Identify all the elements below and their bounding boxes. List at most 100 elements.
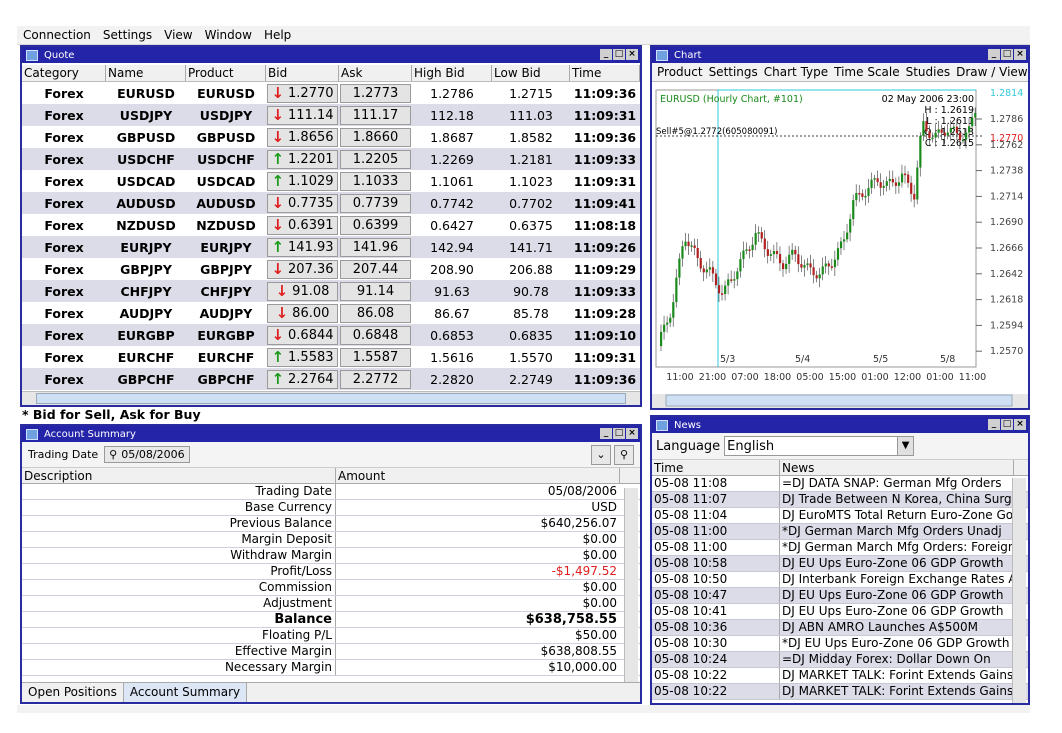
sell-bid-button[interactable]: ↑ 1.5583 (267, 347, 338, 367)
table-row[interactable]: Forex EURGBP EURGBP ↓ 0.6844 0.6848 0.6853 0.68… (22, 324, 640, 346)
menu-help[interactable]: Help (258, 28, 297, 42)
minimize-icon[interactable]: _ (988, 49, 1000, 60)
table-row[interactable]: 05-08 10:24 =DJ Midday Forex: Dollar Down… (652, 652, 1028, 668)
buy-ask-button[interactable]: 86.08 (340, 303, 411, 323)
news-vertical-scrollbar[interactable] (1012, 478, 1026, 703)
sell-bid-button[interactable]: ↓ 86.00 (267, 303, 338, 323)
maximize-icon[interactable]: □ (613, 428, 625, 439)
trading-date-picker[interactable]: ⚲ 05/08/2006 (104, 446, 190, 463)
sell-bid-button[interactable]: ↓ 0.7735 (267, 193, 338, 213)
table-row[interactable]: 05-08 11:00 *DJ German March Mfg Orders U… (652, 524, 1028, 540)
chart-menu-draw-view[interactable]: Draw / View (953, 65, 1028, 79)
quote-titlebar[interactable]: Quote _ □ × (22, 47, 640, 63)
column-header-high-bid[interactable]: High Bid (412, 65, 492, 81)
table-row[interactable]: 05-08 10:36 DJ ABN AMRO Launches A$500M (652, 620, 1028, 636)
table-row[interactable]: Commission $0.00 (22, 580, 640, 596)
sell-bid-button[interactable]: ↑ 2.2764 (267, 369, 338, 389)
buy-ask-button[interactable]: 207.44 (340, 259, 411, 279)
description-column-header[interactable]: Description (22, 468, 336, 483)
sell-bid-button[interactable]: ↑ 1.1029 (267, 171, 338, 191)
table-row[interactable]: Forex USDCHF USDCHF ↑ 1.2201 1.2205 1.2269 1.21… (22, 148, 640, 170)
chart-menu-product[interactable]: Product (654, 65, 706, 79)
table-row[interactable]: Profit/Loss -$1,497.52 (22, 564, 640, 580)
search-icon[interactable]: ⚲ (614, 444, 634, 465)
table-row[interactable]: 05-08 11:04 DJ EuroMTS Total Return Euro-… (652, 508, 1028, 524)
table-row[interactable]: 05-08 10:22 DJ MARKET TALK: Forint Extend… (652, 684, 1028, 700)
sell-bid-button[interactable]: ↓ 0.6391 (267, 215, 338, 235)
table-row[interactable]: Forex AUDJPY AUDJPY ↓ 86.00 86.08 86.67 85.78 11… (22, 302, 640, 324)
buy-ask-button[interactable]: 0.7739 (340, 193, 411, 213)
table-row[interactable]: 05-08 11:00 *DJ German March Mfg Orders: … (652, 540, 1028, 556)
menu-view[interactable]: View (158, 28, 198, 42)
quote-horizontal-scrollbar[interactable] (22, 391, 640, 405)
minimize-icon[interactable]: _ (988, 419, 1000, 430)
table-row[interactable]: Forex EURUSD EURUSD ↓ 1.2770 1.2773 1.2786 1.27… (22, 82, 640, 104)
table-row[interactable]: Forex USDJPY USDJPY ↓ 111.14 111.17 112.18 111.… (22, 104, 640, 126)
table-row[interactable]: Floating P/L $50.00 (22, 628, 640, 644)
maximize-icon[interactable]: □ (1001, 49, 1013, 60)
collapse-icon[interactable]: ⌄ (591, 444, 611, 465)
sell-bid-button[interactable]: ↑ 1.2201 (267, 149, 338, 169)
minimize-icon[interactable]: _ (600, 49, 612, 60)
scrollbar-thumb[interactable] (36, 393, 626, 404)
menu-connection[interactable]: Connection (17, 28, 97, 42)
buy-ask-button[interactable]: 1.5587 (340, 347, 411, 367)
buy-ask-button[interactable]: 2.2772 (340, 369, 411, 389)
chart-menu-settings[interactable]: Settings (706, 65, 761, 79)
table-row[interactable]: Forex AUDUSD AUDUSD ↓ 0.7735 0.7739 0.7742 0.77… (22, 192, 640, 214)
sell-bid-button[interactable]: ↑ 141.93 (267, 237, 338, 257)
table-row[interactable]: Adjustment $0.00 (22, 596, 640, 612)
sell-bid-button[interactable]: ↓ 91.08 (267, 281, 338, 301)
chart-menu-studies[interactable]: Studies (903, 65, 954, 79)
amount-column-header[interactable]: Amount (336, 468, 620, 483)
table-row[interactable]: Withdraw Margin $0.00 (22, 548, 640, 564)
close-icon[interactable]: × (626, 428, 638, 439)
table-row[interactable]: Forex EURJPY EURJPY ↑ 141.93 141.96 142.94 141.… (22, 236, 640, 258)
sell-bid-button[interactable]: ↓ 1.2770 (267, 83, 338, 103)
candlestick-chart[interactable]: EURUSD (Hourly Chart, #101) 02 May 2006 … (652, 84, 1028, 408)
table-row[interactable]: Previous Balance $640,256.07 (22, 516, 640, 532)
table-row[interactable]: Forex EURCHF EURCHF ↑ 1.5583 1.5587 1.5616 1.55… (22, 346, 640, 368)
column-header-category[interactable]: Category (22, 65, 106, 81)
buy-ask-button[interactable]: 0.6848 (340, 325, 411, 345)
table-row[interactable]: 05-08 10:58 DJ EU Ups Euro-Zone 06 GDP Gr… (652, 556, 1028, 572)
chevron-down-icon[interactable]: ▼ (897, 437, 914, 455)
table-row[interactable]: Necessary Margin $10,000.00 (22, 660, 640, 676)
close-icon[interactable]: × (1014, 419, 1026, 430)
table-row[interactable]: Forex GBPUSD GBPUSD ↓ 1.8656 1.8660 1.8687 1.85… (22, 126, 640, 148)
column-header-bid[interactable]: Bid (266, 65, 339, 81)
language-select[interactable]: English ▼ (724, 436, 915, 456)
scrollbar-thumb[interactable] (665, 394, 1013, 407)
buy-ask-button[interactable]: 1.1033 (340, 171, 411, 191)
column-header-product[interactable]: Product (186, 65, 266, 81)
close-icon[interactable]: × (626, 49, 638, 60)
column-header-low-bid[interactable]: Low Bid (492, 65, 570, 81)
menu-window[interactable]: Window (199, 28, 258, 42)
column-header-time[interactable]: Time (570, 65, 640, 81)
sell-bid-button[interactable]: ↓ 207.36 (267, 259, 338, 279)
sell-bid-button[interactable]: ↓ 1.8656 (267, 127, 338, 147)
chart-titlebar[interactable]: Chart _ □ × (652, 47, 1028, 63)
table-row[interactable]: Effective Margin $638,808.55 (22, 644, 640, 660)
table-row[interactable]: 05-08 10:50 DJ Interbank Foreign Exchange… (652, 572, 1028, 588)
table-row[interactable]: 05-08 10:22 DJ MARKET TALK: Forint Extend… (652, 668, 1028, 684)
account-vertical-scrollbar[interactable] (624, 488, 638, 684)
maximize-icon[interactable]: □ (1001, 419, 1013, 430)
time-column-header[interactable]: Time (652, 460, 780, 475)
table-row[interactable]: Forex GBPJPY GBPJPY ↓ 207.36 207.44 208.90 206.… (22, 258, 640, 280)
table-row[interactable]: 05-08 11:08 =DJ DATA SNAP: German Mfg Ord… (652, 476, 1028, 492)
close-icon[interactable]: × (1014, 49, 1026, 60)
maximize-icon[interactable]: □ (613, 49, 625, 60)
column-header-name[interactable]: Name (106, 65, 186, 81)
column-header-ask[interactable]: Ask (339, 65, 412, 81)
news-column-header[interactable]: News (780, 460, 1014, 475)
minimize-icon[interactable]: _ (600, 428, 612, 439)
table-row[interactable]: Trading Date 05/08/2006 (22, 484, 640, 500)
table-row[interactable]: Base Currency USD (22, 500, 640, 516)
news-titlebar[interactable]: News _ □ × (652, 417, 1028, 433)
sell-bid-button[interactable]: ↓ 0.6844 (267, 325, 338, 345)
buy-ask-button[interactable]: 1.8660 (340, 127, 411, 147)
table-row[interactable]: 05-08 11:07 DJ Trade Between N Korea, Chi… (652, 492, 1028, 508)
table-row[interactable]: 05-08 10:41 DJ EU Ups Euro-Zone 06 GDP Gr… (652, 604, 1028, 620)
table-row[interactable]: Forex USDCAD USDCAD ↑ 1.1029 1.1033 1.1061 1.10… (22, 170, 640, 192)
